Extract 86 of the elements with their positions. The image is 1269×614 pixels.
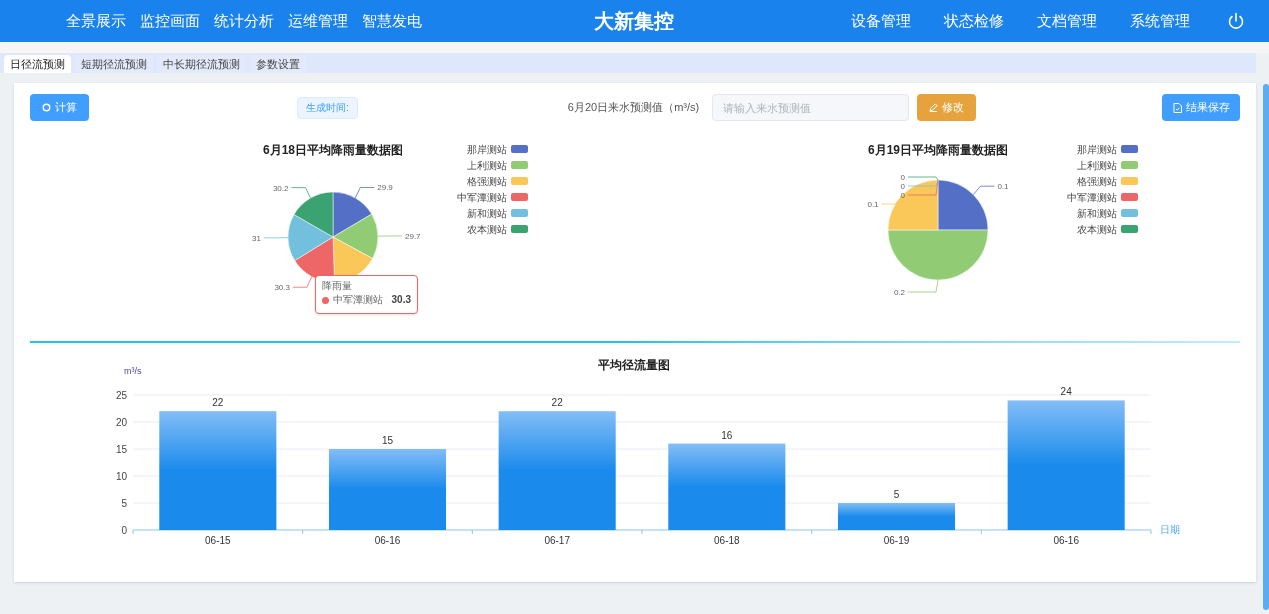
label-leader-line <box>972 185 995 196</box>
data-label: 0 <box>900 173 905 182</box>
pie-slice <box>293 191 334 238</box>
axis-tick-label: 06-16 <box>1053 535 1079 546</box>
nav-link[interactable]: 全景展示 <box>66 9 126 33</box>
app-title: 大新集控 <box>594 9 674 34</box>
legend-label: 农本测站 <box>467 223 507 235</box>
axis-tick-label: 0 <box>121 524 127 536</box>
data-label: 0.2 <box>893 288 905 297</box>
data-label: 24 <box>1060 386 1072 398</box>
label-leader-line <box>263 237 289 239</box>
legend-label: 格强测站 <box>1077 175 1117 187</box>
calculate-button[interactable]: 计算 <box>30 94 89 121</box>
label-leader-line <box>354 187 375 199</box>
label-leader-line <box>291 187 311 199</box>
label-leader-line <box>881 194 904 205</box>
axis-tick-label: 5 <box>121 497 127 509</box>
forecast-label: 6月20日来水预测值（m³/s) <box>567 100 700 116</box>
axis-tick-label: 06-17 <box>544 535 570 546</box>
axis-tick-label: 06-16 <box>374 535 401 546</box>
legend-label: 那岸测站 <box>1077 143 1117 155</box>
axis-title: m³/s <box>124 366 142 376</box>
data-label: 22 <box>551 397 563 409</box>
axis-tick-label: 25 <box>115 389 127 401</box>
tooltip-title: 降雨量 <box>322 280 353 292</box>
axis-tick-label: 06-18 <box>714 535 740 546</box>
pie-slice <box>332 191 372 238</box>
loading-icon <box>42 103 51 112</box>
power-icon[interactable] <box>1227 12 1245 30</box>
data-label: 0 <box>900 191 905 200</box>
nav-link[interactable]: 统计分析 <box>214 9 274 33</box>
axis-title: 日期 <box>1160 524 1180 535</box>
legend-label: 农本测站 <box>1077 223 1117 235</box>
data-label: 29.7 <box>405 231 421 241</box>
tab[interactable]: 日径流预测 <box>4 55 71 73</box>
chart-title: 6月18日平均降雨量数据图 <box>263 143 403 157</box>
legend-label: 新和测站 <box>467 207 507 219</box>
label-leader-line <box>907 279 939 293</box>
legend-label: 上利测站 <box>467 159 507 171</box>
axis-tick-label: 10 <box>115 470 127 482</box>
nav-link[interactable]: 设备管理 <box>851 9 911 33</box>
legend-label: 中军潭测站 <box>1067 191 1117 203</box>
chart-title: 6月19日平均降雨量数据图 <box>868 143 1008 157</box>
tooltip-series-name: 中军潭测站 <box>333 294 383 306</box>
generated-time-label: 生成时间: <box>297 96 358 119</box>
pen-icon <box>929 103 939 112</box>
data-label: 16 <box>721 429 733 441</box>
scrollbar[interactable] <box>1263 84 1269 610</box>
pie-slice <box>332 213 379 259</box>
tab[interactable]: 短期径流预测 <box>75 55 153 73</box>
data-label: 29.9 <box>377 183 393 193</box>
document-icon <box>1172 102 1182 113</box>
data-label: 15 <box>381 435 394 446</box>
nav-link[interactable]: 智慧发电 <box>362 9 422 33</box>
axis-tick-label: 15 <box>115 443 127 455</box>
edit-button[interactable]: 修改 <box>917 94 977 121</box>
legend-label: 那岸测站 <box>467 143 507 155</box>
nav-link[interactable]: 运维管理 <box>288 9 348 33</box>
legend-label: 新和测站 <box>1077 207 1117 219</box>
axis-tick-label: 20 <box>115 416 127 428</box>
tab[interactable]: 中长期径流预测 <box>157 55 246 73</box>
chart-title: 平均径流量图 <box>598 358 670 372</box>
nav-link[interactable]: 文档管理 <box>1037 9 1097 33</box>
forecast-input[interactable]: 请输入来水预测值 <box>712 94 910 121</box>
data-label: 0.1 <box>997 182 1009 192</box>
data-label: 30.3 <box>274 283 290 293</box>
axis-tick-label: 06-15 <box>205 535 231 546</box>
data-label: 22 <box>212 397 224 409</box>
label-leader-line <box>292 276 313 288</box>
data-label: 0.1 <box>867 200 879 209</box>
label-leader-line <box>377 235 403 237</box>
data-label: 30.2 <box>272 183 289 193</box>
axis-tick-label: 06-19 <box>883 535 910 546</box>
nav-link[interactable]: 监控画面 <box>140 9 200 33</box>
nav-link[interactable]: 状态检修 <box>944 9 1004 33</box>
nav-link[interactable]: 系统管理 <box>1130 9 1190 33</box>
data-label: 0 <box>900 182 905 191</box>
pie-slice <box>287 214 334 261</box>
tab[interactable]: 参数设置 <box>250 55 306 73</box>
data-label: 5 <box>893 489 900 500</box>
save-button[interactable]: 结果保存 <box>1162 94 1240 121</box>
legend-label: 中军潭测站 <box>457 191 507 203</box>
legend-label: 格强测站 <box>467 175 507 187</box>
legend-label: 上利测站 <box>1077 159 1117 171</box>
tooltip-value: 30.3 <box>391 294 411 306</box>
data-label: 31 <box>252 233 261 243</box>
